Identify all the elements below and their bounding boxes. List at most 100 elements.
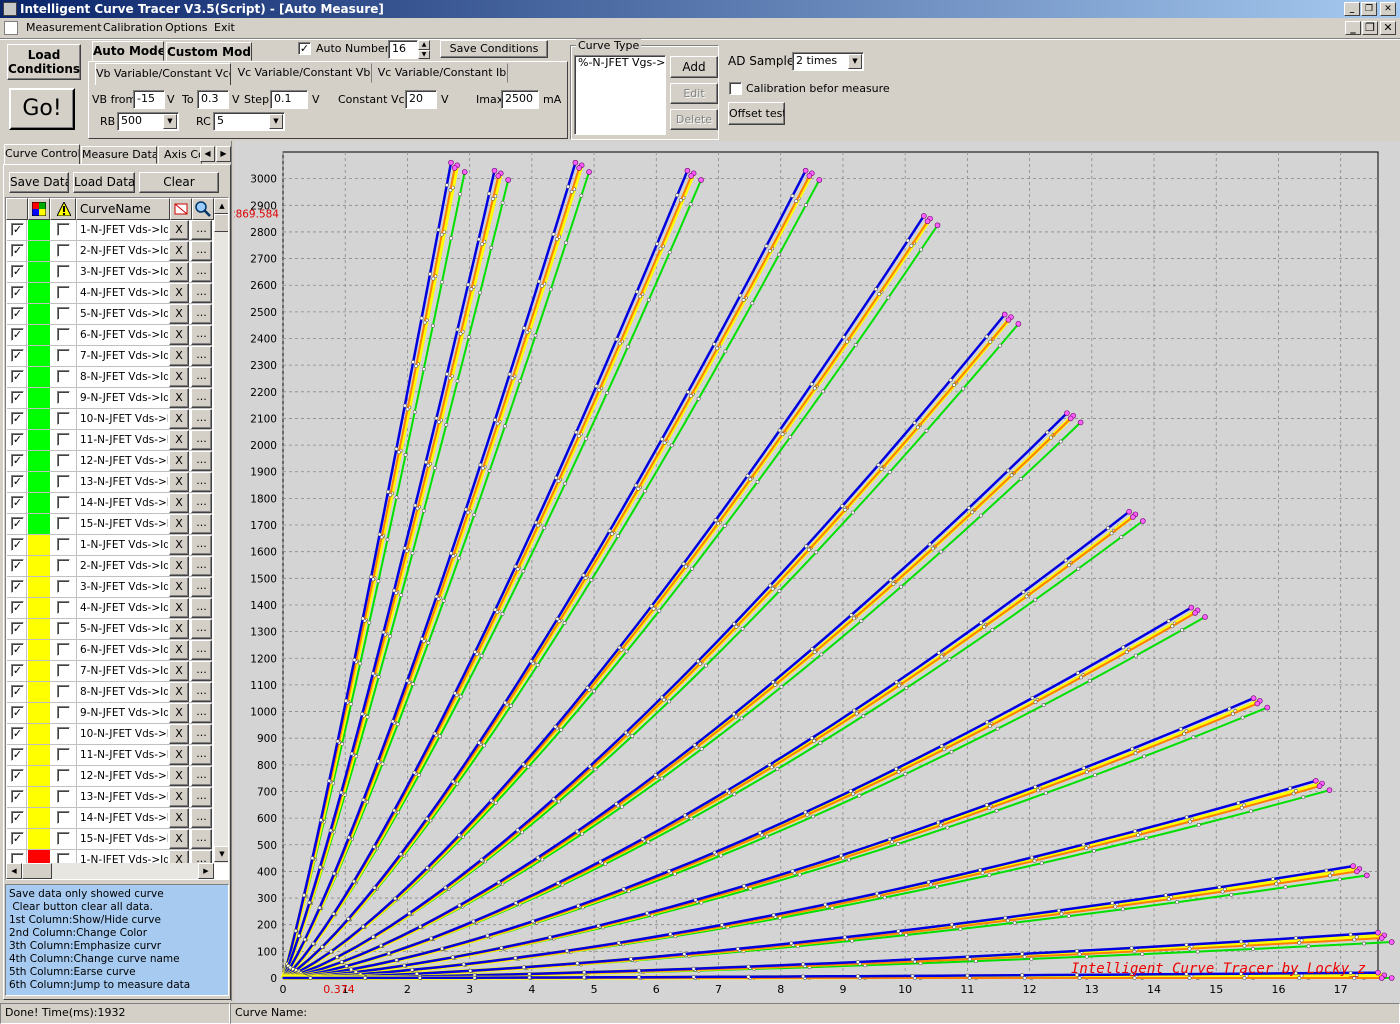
chevron-down-icon[interactable]: ▼ (163, 114, 177, 129)
vb-from-input[interactable]: -15 (133, 90, 165, 109)
emphasize-checkbox[interactable] (57, 307, 70, 320)
jump-button[interactable]: ... (191, 262, 212, 282)
jump-button[interactable]: ... (191, 829, 212, 849)
menu-calibration[interactable]: Calibration (103, 18, 163, 38)
color-swatch[interactable] (28, 556, 50, 576)
curve-name-cell[interactable]: 3-N-JFET Vds->Id (78, 577, 168, 597)
menu-exit[interactable]: Exit (214, 18, 235, 38)
erase-curve-button[interactable]: X (169, 409, 189, 429)
emphasize-checkbox[interactable] (57, 265, 70, 278)
erase-curve-button[interactable]: X (169, 388, 189, 408)
curve-name-cell[interactable]: 6-N-JFET Vds->Id (78, 325, 168, 345)
tab-custom-mode[interactable]: Custom Mode (166, 42, 252, 61)
emphasize-checkbox[interactable] (57, 391, 70, 404)
jump-button[interactable]: ... (191, 640, 212, 660)
erase-curve-button[interactable]: X (169, 430, 189, 450)
color-swatch[interactable] (28, 325, 50, 345)
emphasize-checkbox[interactable] (57, 433, 70, 446)
jump-button[interactable]: ... (191, 472, 212, 492)
erase-curve-button[interactable]: X (169, 535, 189, 555)
curve-name-cell[interactable]: 2-N-JFET Vds->Id (78, 556, 168, 576)
color-swatch[interactable] (28, 640, 50, 660)
hscroll-thumb[interactable] (22, 863, 52, 879)
jump-button[interactable]: ... (191, 577, 212, 597)
curve-name-cell[interactable]: 15-N-JFET Vds->Id (78, 514, 168, 534)
save-conditions-button[interactable]: Save Conditions (440, 40, 548, 58)
go-button[interactable]: Go! (9, 88, 75, 130)
jump-button[interactable]: ... (191, 367, 212, 387)
ad-sample-select[interactable]: 2 times ▼ (792, 52, 864, 71)
emphasize-checkbox[interactable] (57, 370, 70, 383)
curve-name-cell[interactable]: 1-N-JFET Vds->Id (78, 535, 168, 555)
curve-name-cell[interactable]: 4-N-JFET Vds->Id (78, 283, 168, 303)
scroll-right-icon[interactable]: ▶ (198, 863, 214, 879)
color-swatch[interactable] (28, 262, 50, 282)
emphasize-checkbox[interactable] (57, 454, 70, 467)
jump-button[interactable]: ... (191, 766, 212, 786)
emphasize-checkbox[interactable] (57, 538, 70, 551)
curve-name-cell[interactable]: 12-N-JFET Vds->Id (78, 766, 168, 786)
curve-name-cell[interactable]: 7-N-JFET Vds->Id (78, 661, 168, 681)
emphasize-checkbox[interactable] (57, 748, 70, 761)
curve-name-cell[interactable]: 9-N-JFET Vds->Id (78, 703, 168, 723)
jump-button[interactable]: ... (191, 409, 212, 429)
emphasize-checkbox[interactable] (57, 706, 70, 719)
save-data-button[interactable]: Save Data (9, 172, 69, 193)
color-swatch[interactable] (28, 745, 50, 765)
curve-name-cell[interactable]: 5-N-JFET Vds->Id (78, 619, 168, 639)
close-button[interactable]: ✕ (1380, 2, 1396, 16)
curve-name-cell[interactable]: 1-N-JFET Vds->Id (78, 220, 168, 240)
curve-name-cell[interactable]: 8-N-JFET Vds->Id (78, 367, 168, 387)
show-checkbox[interactable]: ✓ (11, 412, 24, 425)
erase-curve-button[interactable]: X (169, 493, 189, 513)
color-swatch[interactable] (28, 367, 50, 387)
erase-curve-button[interactable]: X (169, 514, 189, 534)
curve-name-cell[interactable]: 5-N-JFET Vds->Id (78, 304, 168, 324)
color-swatch[interactable] (28, 682, 50, 702)
erase-curve-button[interactable]: X (169, 829, 189, 849)
tab-curve-control[interactable]: Curve Control (4, 144, 80, 164)
jump-button[interactable]: ... (191, 661, 212, 681)
color-swatch[interactable] (28, 430, 50, 450)
jump-button[interactable]: ... (191, 451, 212, 471)
erase-curve-button[interactable]: X (169, 325, 189, 345)
show-checkbox[interactable]: ✓ (11, 790, 24, 803)
show-checkbox[interactable]: ✓ (11, 748, 24, 761)
erase-curve-button[interactable]: X (169, 808, 189, 828)
color-swatch[interactable] (28, 661, 50, 681)
color-swatch[interactable] (28, 388, 50, 408)
erase-curve-button[interactable]: X (169, 367, 189, 387)
emphasize-checkbox[interactable] (57, 769, 70, 782)
emphasize-checkbox[interactable] (57, 412, 70, 425)
tab-axis-control[interactable]: Axis Co (158, 146, 202, 164)
show-checkbox[interactable]: ✓ (11, 223, 24, 236)
load-data-button[interactable]: Load Data (73, 172, 135, 193)
emphasize-checkbox[interactable] (57, 643, 70, 656)
color-swatch[interactable] (28, 493, 50, 513)
color-swatch[interactable] (28, 535, 50, 555)
chevron-down-icon[interactable]: ▼ (848, 54, 862, 69)
erase-curve-button[interactable]: X (169, 472, 189, 492)
show-checkbox[interactable]: ✓ (11, 811, 24, 824)
color-swatch[interactable] (28, 409, 50, 429)
emphasize-checkbox[interactable] (57, 223, 70, 236)
erase-curve-button[interactable]: X (169, 598, 189, 618)
jump-button[interactable]: ... (191, 556, 212, 576)
jump-button[interactable]: ... (191, 304, 212, 324)
color-swatch[interactable] (28, 703, 50, 723)
show-checkbox[interactable]: ✓ (11, 265, 24, 278)
subtab-vc-variable-ib[interactable]: Vc Variable/Constant Ib (376, 63, 508, 83)
emphasize-checkbox[interactable] (57, 685, 70, 698)
erase-curve-button[interactable]: X (169, 241, 189, 261)
curve-name-cell[interactable]: 11-N-JFET Vds->Id (78, 430, 168, 450)
erase-curve-button[interactable]: X (169, 262, 189, 282)
erase-curve-button[interactable]: X (169, 283, 189, 303)
jump-button[interactable]: ... (191, 703, 212, 723)
show-checkbox[interactable]: ✓ (11, 727, 24, 740)
color-swatch[interactable] (28, 808, 50, 828)
curve-name-cell[interactable]: 7-N-JFET Vds->Id (78, 346, 168, 366)
rb-select[interactable]: 500 ▼ (117, 112, 179, 131)
color-swatch[interactable] (28, 724, 50, 744)
color-swatch[interactable] (28, 514, 50, 534)
emphasize-checkbox[interactable] (57, 811, 70, 824)
